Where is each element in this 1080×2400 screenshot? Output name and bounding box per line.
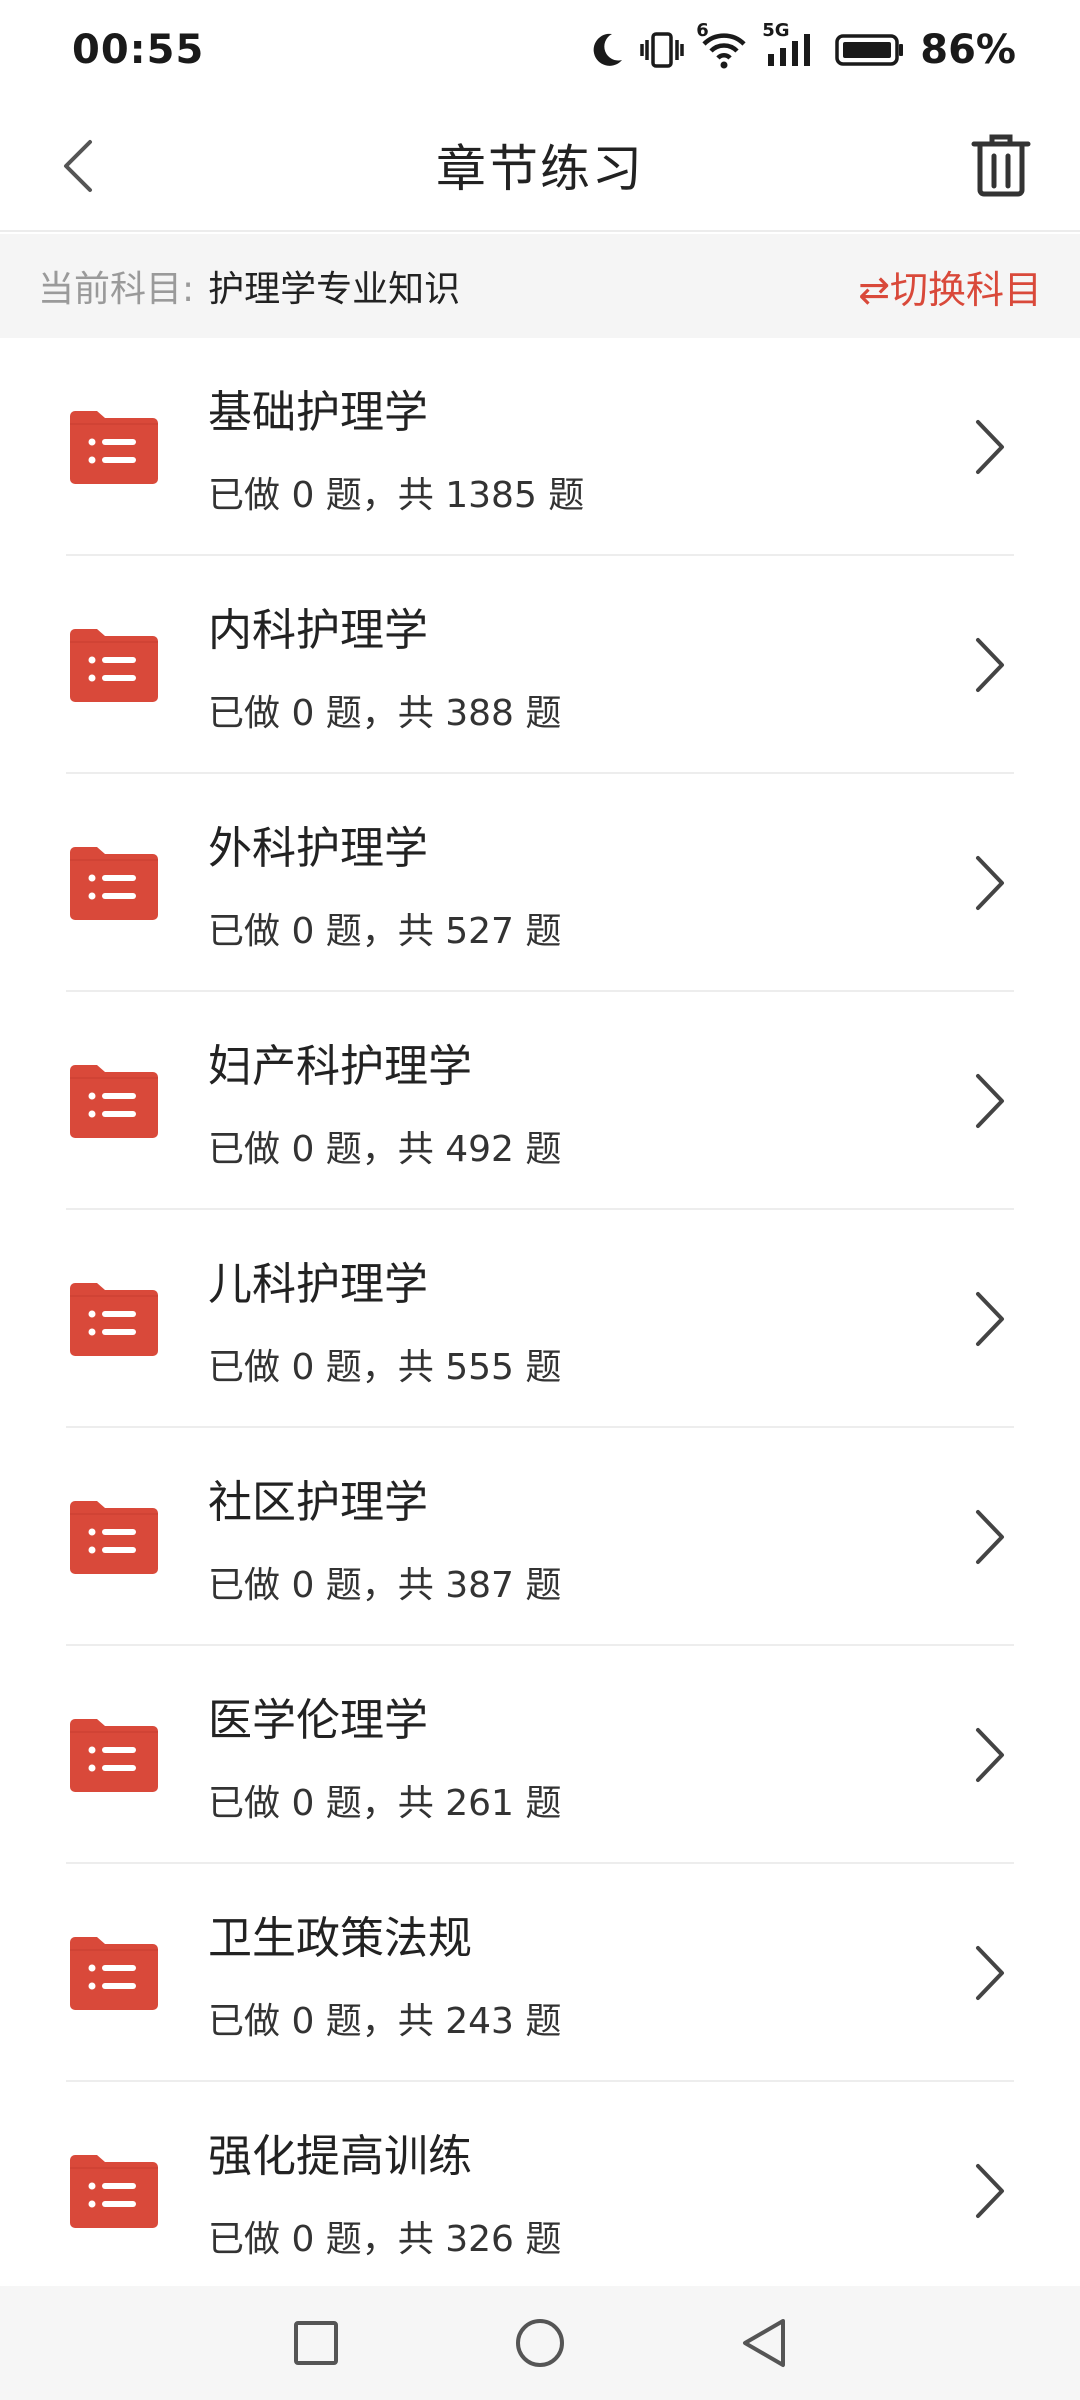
signal-icon: 5G <box>762 20 820 70</box>
subject-bar: 当前科目: 护理学专业知识 ⇄切换科目 <box>0 234 1080 338</box>
back-button[interactable] <box>40 128 116 204</box>
recent-apps-button[interactable] <box>284 2311 348 2375</box>
folder-list-icon <box>66 1060 162 1140</box>
subject-value: 护理学专业知识 <box>208 269 461 310</box>
chapter-progress: 已做 0 题，共 261 题 <box>208 1783 562 1824</box>
chapter-title: 社区护理学 <box>208 1477 428 1528</box>
chapter-title: 医学伦理学 <box>208 1695 428 1746</box>
system-nav-bar <box>0 2286 1080 2400</box>
battery-percent: 86% <box>920 27 1016 73</box>
chapter-progress: 已做 0 题，共 243 题 <box>208 2001 562 2042</box>
folder-list-icon <box>66 1278 162 1358</box>
home-button[interactable] <box>508 2311 572 2375</box>
switch-subject-button[interactable]: ⇄切换科目 <box>858 234 1042 338</box>
recent-apps-icon <box>294 2321 338 2365</box>
page-title: 章节练习 <box>436 140 644 198</box>
folder-list-icon <box>66 842 162 922</box>
chapter-progress: 已做 0 题，共 527 题 <box>208 911 562 952</box>
folder-list-icon <box>66 2150 162 2230</box>
back-icon <box>743 2319 785 2367</box>
chapter-progress: 已做 0 题，共 326 题 <box>208 2219 562 2260</box>
folder-list-icon <box>66 1496 162 1576</box>
nav-back-button[interactable] <box>732 2311 796 2375</box>
status-icons: 6 5G 86% <box>586 20 1016 73</box>
folder-list-icon <box>66 406 162 486</box>
chevron-right-icon <box>964 1942 1014 2004</box>
switch-subject-label: ⇄切换科目 <box>858 267 1042 312</box>
chapter-title: 卫生政策法规 <box>208 1913 472 1964</box>
clear-button[interactable] <box>956 120 1046 210</box>
folder-list-icon <box>66 1714 162 1794</box>
chapter-progress: 已做 0 题，共 555 题 <box>208 1347 562 1388</box>
chevron-right-icon <box>964 634 1014 696</box>
trash-icon <box>971 134 1031 197</box>
status-bar: 00:55 6 5G 86% <box>0 0 1080 100</box>
subject-label: 当前科目: <box>38 269 195 310</box>
chevron-right-icon <box>964 1288 1014 1350</box>
chapter-title: 儿科护理学 <box>208 1259 428 1310</box>
folder-list-icon <box>66 624 162 704</box>
status-time: 00:55 <box>72 27 205 73</box>
folder-list-icon <box>66 1932 162 2012</box>
chevron-right-icon <box>964 1506 1014 1568</box>
chapter-row[interactable]: 妇产科护理学 已做 0 题，共 492 题 <box>66 992 1014 1210</box>
chapter-progress: 已做 0 题，共 387 题 <box>208 1565 562 1606</box>
chapter-row[interactable]: 卫生政策法规 已做 0 题，共 243 题 <box>66 1864 1014 2082</box>
chapter-list: 基础护理学 已做 0 题，共 1385 题 内科护理学 已做 0 题，共 388… <box>0 338 1080 2300</box>
vibrate-icon <box>640 30 684 70</box>
chapter-row[interactable]: 医学伦理学 已做 0 题，共 261 题 <box>66 1646 1014 1864</box>
chapter-row[interactable]: 内科护理学 已做 0 题，共 388 题 <box>66 556 1014 774</box>
chapter-progress: 已做 0 题，共 1385 题 <box>208 475 585 516</box>
chevron-right-icon <box>964 1724 1014 1786</box>
home-icon <box>516 2319 564 2367</box>
chapter-title: 内科护理学 <box>208 605 428 656</box>
chevron-right-icon <box>964 852 1014 914</box>
chapter-progress: 已做 0 题，共 388 题 <box>208 693 562 734</box>
battery-icon <box>834 30 906 70</box>
moon-icon <box>586 30 626 70</box>
chevron-right-icon <box>964 2160 1014 2222</box>
chapter-row[interactable]: 儿科护理学 已做 0 题，共 555 题 <box>66 1210 1014 1428</box>
chapter-title: 妇产科护理学 <box>208 1041 472 1092</box>
network-label: 5G <box>762 20 790 41</box>
chapter-title: 强化提高训练 <box>208 2131 472 2182</box>
chapter-row[interactable]: 社区护理学 已做 0 题，共 387 题 <box>66 1428 1014 1646</box>
chapter-progress: 已做 0 题，共 492 题 <box>208 1129 562 1170</box>
chevron-right-icon <box>964 416 1014 478</box>
wifi-icon: 6 <box>696 20 750 70</box>
sim-label: 6 <box>696 20 709 41</box>
chevron-right-icon <box>964 1070 1014 1132</box>
chapter-title: 外科护理学 <box>208 823 428 874</box>
chevron-left-icon <box>64 140 92 192</box>
app-bar: 章节练习 <box>0 100 1080 232</box>
chapter-row[interactable]: 外科护理学 已做 0 题，共 527 题 <box>66 774 1014 992</box>
chapter-title: 基础护理学 <box>208 387 428 438</box>
chapter-row[interactable]: 基础护理学 已做 0 题，共 1385 题 <box>66 338 1014 556</box>
chapter-row[interactable]: 强化提高训练 已做 0 题，共 326 题 <box>66 2082 1014 2300</box>
